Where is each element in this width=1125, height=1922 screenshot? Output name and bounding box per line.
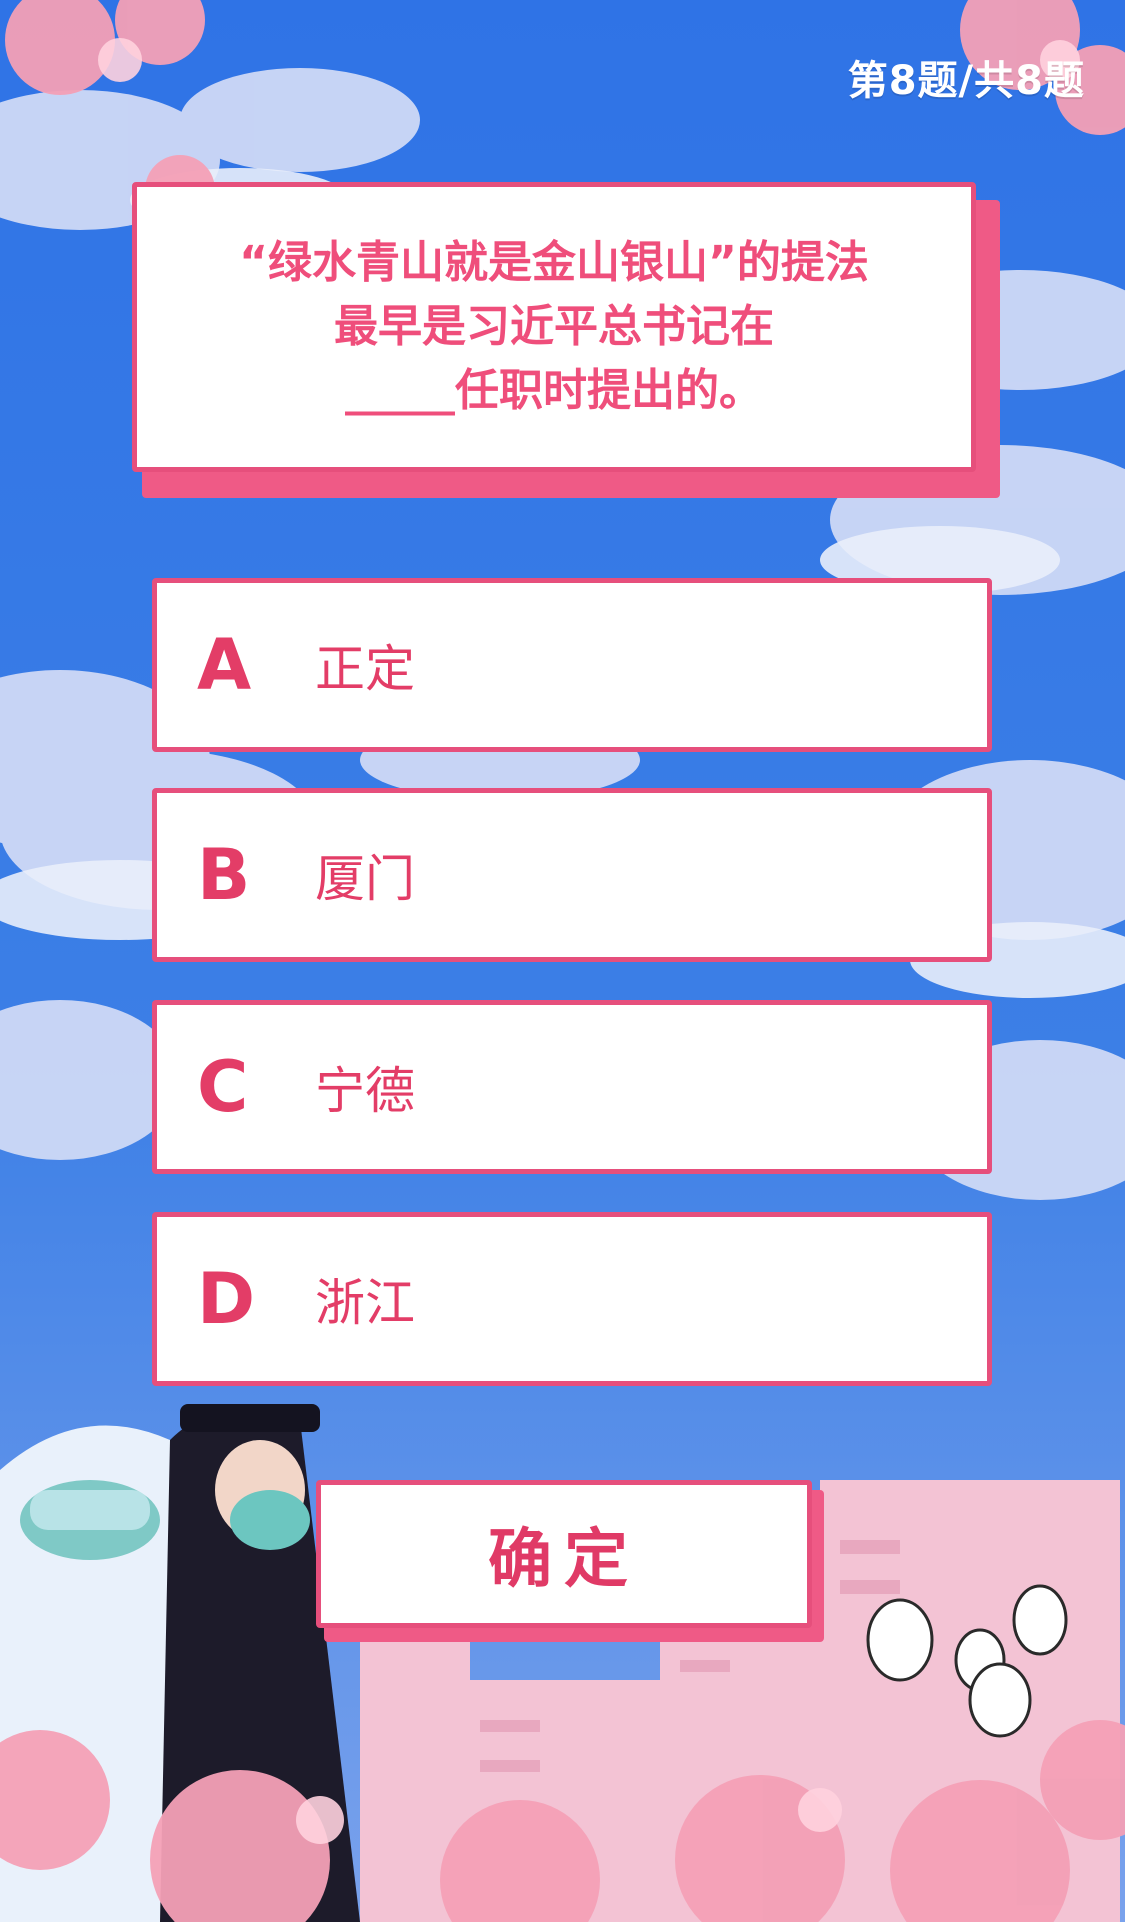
question-text: “绿水青山就是金山银山”的提法 最早是习近平总书记在 _____任职时提出的。 (239, 237, 869, 416)
option-d-label: 浙江 (315, 1274, 415, 1332)
option-b-label: 厦门 (315, 850, 415, 908)
confirm-button[interactable]: 确定 (316, 1480, 812, 1628)
option-a[interactable]: A 正定 (152, 578, 992, 752)
confirm-button-wrapper: 确定 (316, 1480, 824, 1642)
option-a-label: 正定 (315, 640, 415, 698)
question-box: “绿水青山就是金山银山”的提法 最早是习近平总书记在 _____任职时提出的。 (132, 182, 976, 472)
question-card: “绿水青山就是金山银山”的提法 最早是习近平总书记在 _____任职时提出的。 (132, 182, 1000, 498)
option-c-letter: C (197, 1046, 249, 1128)
option-c-label: 宁德 (315, 1062, 415, 1120)
option-d-letter: D (197, 1258, 256, 1340)
option-b-letter: B (197, 834, 251, 916)
confirm-button-label: 确定 (488, 1523, 640, 1597)
option-c[interactable]: C 宁德 (152, 1000, 992, 1174)
question-progress: 第8题/共8题 (847, 58, 1085, 104)
option-a-letter: A (197, 624, 252, 706)
option-b[interactable]: B 厦门 (152, 788, 992, 962)
option-d[interactable]: D 浙江 (152, 1212, 992, 1386)
